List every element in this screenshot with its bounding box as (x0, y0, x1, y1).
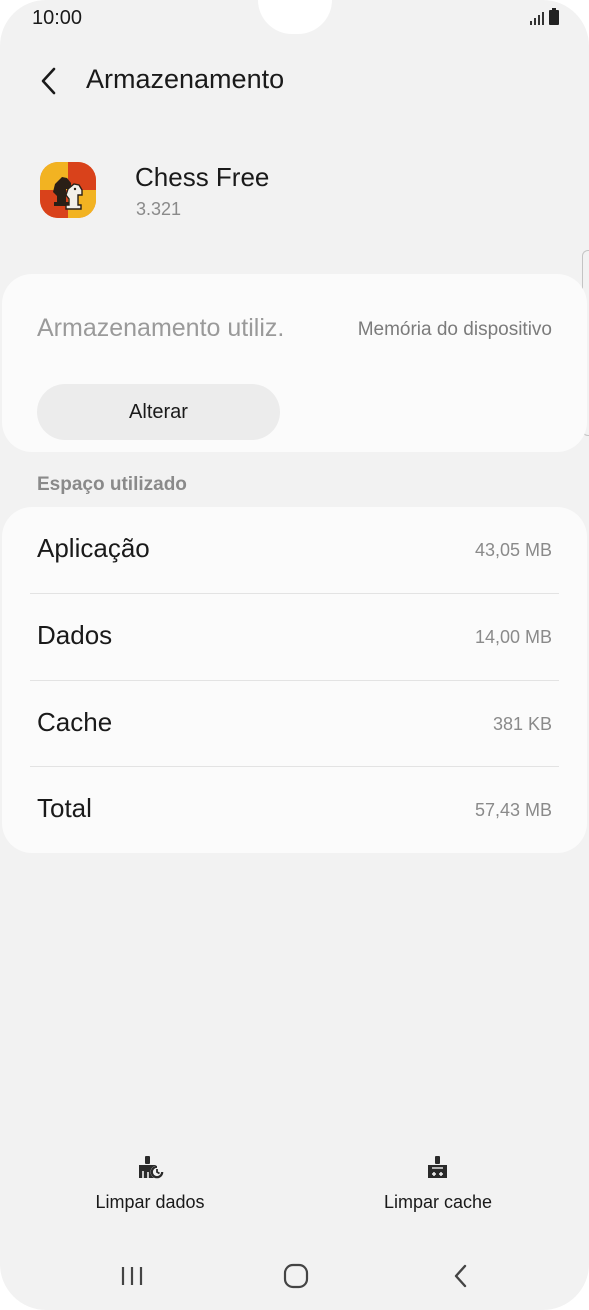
status-icons (530, 8, 559, 25)
app-version: 3.321 (136, 199, 182, 219)
usage-row-value: 381 KB (492, 714, 552, 734)
usage-row-label: Total (37, 793, 92, 823)
space-used-section-title: Espaço utilizado (37, 474, 187, 495)
clear-data-label: Limpar dados (95, 1192, 205, 1212)
change-storage-button[interactable]: Alterar (37, 384, 280, 440)
usage-row-value: 14,00 MB (474, 627, 552, 647)
usage-row-cache: Cache 381 KB (2, 681, 587, 767)
app-name: Chess Free (135, 162, 270, 192)
clear-cache-button[interactable]: Limpar cache (348, 1152, 528, 1213)
clear-cache-label: Limpar cache (383, 1192, 493, 1212)
usage-row-total: Total 57,43 MB (2, 767, 587, 853)
navigation-bar (0, 1250, 589, 1300)
storage-location-card: Armazenamento utiliz. Memória do disposi… (2, 274, 587, 452)
battery-icon (549, 8, 559, 25)
space-used-card: Aplicação 43,05 MB Dados 14,00 MB Cache … (2, 507, 587, 853)
usage-row-label: Cache (37, 707, 113, 737)
storage-used-label: Armazenamento utiliz. (37, 314, 285, 342)
recents-button[interactable] (112, 1258, 152, 1294)
storage-location-value: Memória do dispositivo (357, 319, 552, 340)
nav-back-button[interactable] (441, 1258, 481, 1294)
usage-row-value: 57,43 MB (474, 800, 552, 820)
usage-row-value: 43,05 MB (474, 540, 552, 560)
usage-row-application: Aplicação 43,05 MB (2, 507, 587, 593)
back-icon (454, 1264, 467, 1288)
signal-icon (530, 12, 544, 25)
clear-data-icon (139, 1156, 164, 1179)
clear-cache-icon (428, 1156, 447, 1178)
phone-screen: 10:00 Armazenamento Chess Free 3.321 Arm… (0, 0, 589, 1310)
home-button[interactable] (276, 1258, 316, 1294)
camera-notch (258, 0, 332, 34)
home-icon (283, 1263, 309, 1289)
usage-row-data: Dados 14,00 MB (2, 594, 587, 680)
recents-icon (121, 1267, 143, 1285)
usage-row-label: Aplicação (37, 533, 150, 563)
status-time: 10:00 (32, 7, 83, 29)
chevron-left-icon (41, 67, 56, 95)
back-button[interactable] (30, 62, 68, 100)
app-header: Armazenamento (0, 58, 589, 104)
usage-row-label: Dados (37, 620, 113, 650)
page-title: Armazenamento (86, 64, 285, 94)
chess-app-icon (40, 162, 96, 218)
clear-data-button[interactable]: Limpar dados (60, 1152, 240, 1213)
